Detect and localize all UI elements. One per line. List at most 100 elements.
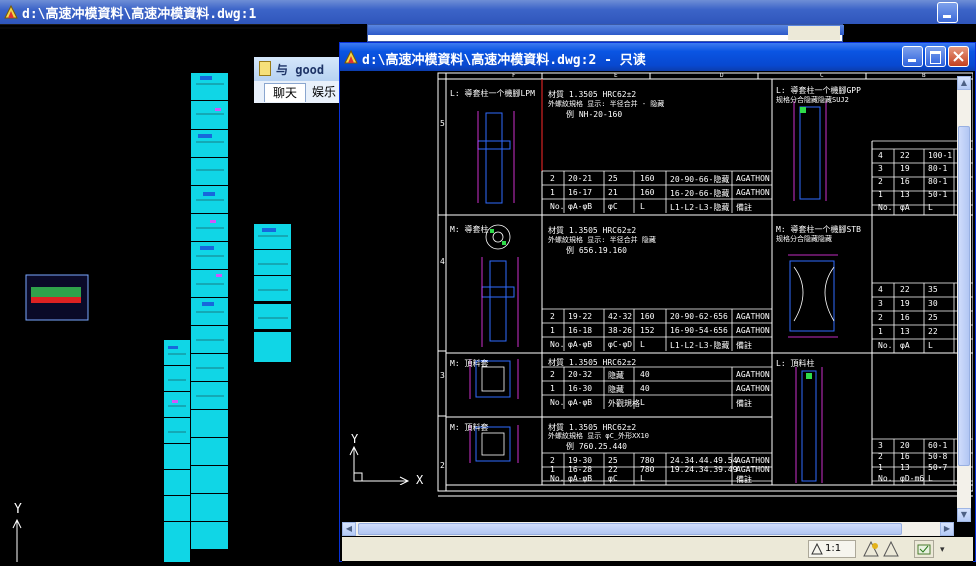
grid-col-e: E [614,72,618,79]
drawing2-canvas[interactable]: F E D C B 5 4 3 2 L: 導套柱一个機腳LPM L: 導套柱一个… [342,71,973,563]
window2-minimize-button[interactable] [902,46,923,67]
vertical-scrollbar[interactable]: ▲ ▼ [957,76,971,522]
horizontal-scrollbar[interactable]: ◀ ▶ [342,522,954,536]
chat-titlebar[interactable]: 与 good [254,57,340,81]
horizontal-scroll-thumb[interactable] [358,523,902,535]
table-cell: 2 [878,177,883,186]
tray-settings-icon[interactable] [914,540,934,558]
status-bar: 1:1 ▾ [342,537,973,561]
scroll-up-button[interactable]: ▲ [957,76,971,90]
ucs1-axis-icon [12,518,22,562]
table-cell: φC [608,202,618,211]
table-cell: 780 [640,465,655,474]
table-cell: 2 [550,370,555,379]
table-cell: 40 [640,370,650,379]
table-cell: 40 [640,384,650,393]
status-menu-arrow-icon[interactable]: ▾ [940,545,945,555]
table-cell: L [928,341,933,350]
table-cell: AGATHON [736,370,770,379]
chat-tab-chat[interactable]: 聊天 [264,83,306,102]
table-cell: 19 [900,164,910,173]
table-cell: φA [900,203,910,212]
panel-lpm-title: L: 導套柱一个機腳LPM [450,89,535,98]
grid-col-c: C [820,72,824,79]
hidden-window-strip[interactable] [367,24,844,42]
grid-col-d: D [720,72,724,79]
table-cell: 25 [608,174,618,183]
window1-drawing-area[interactable]: Y [0,23,340,562]
table-cell: 30 [928,299,938,308]
table-cell: 備註 [736,203,752,212]
table-cell: 19.24.34.39.49 [670,465,738,474]
window1-titlebar[interactable]: d:\高速冲模資料\高速冲模資料.dwg:1 [0,0,976,24]
close-icon [953,51,964,62]
grid-row-2: 2 [440,461,445,470]
ucs2-x-label: X [416,473,424,487]
table-cell: φC [608,474,618,483]
table-cell: 16-28 [568,465,593,474]
table-cell: 3 [878,441,883,450]
window2-titlebar[interactable]: d:\高速冲模資料\高速冲模資料.dwg:2 - 只读 [340,43,975,71]
spec-note-2b: 外螺紋規格 显示: 半径合并 隐藏 [548,236,656,244]
autocad-app-icon [344,50,358,64]
table-cell: φA-φB [568,340,593,349]
table-cell: 16 [900,313,910,322]
table-cell: 2 [550,312,555,321]
spec-note-3: 材質 1.3505 HRC62±2 [548,358,637,367]
table-cell: 25 [928,313,938,322]
scroll-right-button[interactable]: ▶ [940,522,954,536]
table-cell: 備註 [736,341,752,350]
table-cell: L [640,474,645,483]
table-cell: 2 [550,174,555,183]
table-cell: AGATHON [736,384,770,393]
vertical-scroll-thumb[interactable] [958,126,970,466]
table-cell: 20-21 [568,174,593,183]
table-cell: AGATHON [736,465,770,474]
chat-window[interactable]: 与 good 聊天 娱乐 [254,57,340,103]
table-cell: 1 [550,465,555,474]
window2[interactable]: d:\高速冲模資料\高速冲模資料.dwg:2 - 只读 F E D C B 5 … [339,42,976,563]
window2-close-button[interactable] [948,46,969,67]
table-cell: 4 [878,151,883,160]
table-cell: L [640,202,645,211]
table-cell: L [928,203,933,212]
panel-gpp-sub: 规格分合隐藏隐藏SUJ2 [776,96,849,104]
table-cell: 780 [640,456,655,465]
table-cell: L1-L2-L3-隐藏 [670,341,730,350]
scroll-left-button[interactable]: ◀ [342,522,356,536]
table-cell: L1-L2-L3-隐藏 [670,203,730,212]
table-cell: 160 [640,188,655,197]
annotation-scale-control[interactable]: 1:1 [808,540,856,558]
table-cell: 42-32 [608,312,633,321]
grid-col-f: F [512,72,516,79]
table-cell: 1 [550,188,555,197]
table-cell: No. [550,474,565,483]
window1-minimize-button[interactable] [937,2,958,23]
spec-note-4b: 外螺紋規格 显示 φC_外形XX10 [548,432,649,440]
table-cell: 4 [878,285,883,294]
table-cell: L [640,398,645,407]
scroll-down-button[interactable]: ▼ [957,508,971,522]
table-cell: φC-φD [608,340,633,349]
spec-note-1b: 外螺紋規格 显示: 半径合并 - 隐藏 [548,100,665,108]
ucs1-y-label: Y [14,502,22,517]
panel-pin2-title: M: 頂料套 [450,423,489,432]
auto-scale-icon[interactable] [882,540,900,558]
drawing1-sheets [0,23,340,562]
table-cell: 16-17 [568,188,593,197]
window2-title: d:\高速冲模資料\高速冲模資料.dwg:2 - 只读 [362,53,646,68]
table-cell: 外觀規格 [608,399,640,408]
table-cell: No. [550,202,565,211]
table-cell: 13 [900,463,910,472]
table-cell: 20-32 [568,370,593,379]
chat-tab-fun[interactable]: 娱乐 [312,83,342,101]
annotation-visibility-icon[interactable] [862,540,880,558]
ucs2-axis-icon [349,445,410,485]
chat-title: 与 good [276,63,325,77]
table-cell: 80-1 [928,164,948,173]
table-cell: 21 [608,188,618,197]
table-cell: 25 [608,456,618,465]
window2-maximize-button[interactable] [925,46,946,67]
panel-pin3-title: L: 頂料柱 [776,359,815,368]
table-cell: 1 [878,190,883,199]
